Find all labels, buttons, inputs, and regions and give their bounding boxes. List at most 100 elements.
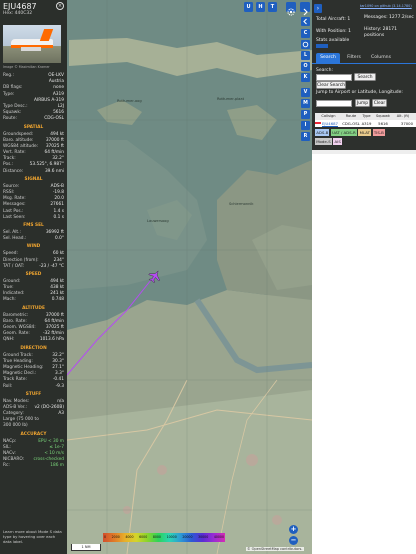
map-label: Lauwersoog <box>147 219 169 223</box>
search-button[interactable]: Search <box>354 73 376 81</box>
jump-button[interactable]: Jump <box>355 99 370 107</box>
map-button-u[interactable]: U <box>244 2 253 12</box>
table-row[interactable]: EJU4687 CDG-OSL A319 5616 37000 <box>315 120 416 127</box>
alt-tick: 0 <box>104 535 107 539</box>
stats-available: Stats available <box>316 38 350 43</box>
col-route[interactable]: Route <box>342 113 360 120</box>
detail-key: Sel. Head.: <box>3 236 27 242</box>
col-squawk[interactable]: Squawk <box>373 113 393 120</box>
detail-value: CDG-OSL <box>44 116 64 122</box>
detail-key: Last Seen: <box>3 214 26 220</box>
section-heading: ACCURACY <box>20 431 47 437</box>
clear-button[interactable]: Clear <box>372 99 387 107</box>
search-input[interactable] <box>316 74 352 81</box>
alt-tick: 40000 <box>213 535 224 539</box>
detail-key: Route: <box>3 116 17 122</box>
detail-key: Roll: <box>3 383 13 389</box>
chevron-right-icon <box>303 8 308 16</box>
map-view[interactable]: Rottumer-oog Rottumer-plaat Schiermonnik… <box>67 0 312 554</box>
legend-tisb: TIS-B <box>372 129 385 136</box>
detail-value: 0.0° <box>55 236 64 242</box>
detail-value: 186 m <box>50 463 64 469</box>
detail-value: -9.3 <box>55 383 64 389</box>
legend-ais: AIS <box>333 138 343 145</box>
photo-credit: Image © Maximilian Kramer <box>3 65 50 69</box>
map-label: Rottumer-plaat <box>217 97 245 101</box>
detail-key: Rc: <box>3 463 10 469</box>
detail-value: 39.6 nmi <box>44 168 64 174</box>
range-ring-icon <box>302 41 309 48</box>
col-alt[interactable]: Alt. (ft) <box>393 113 413 120</box>
gear-icon <box>287 8 295 16</box>
map-button-chevron-left[interactable] <box>301 17 310 26</box>
zoom-out-button[interactable]: − <box>289 536 298 545</box>
legend-adsb: ADS-B <box>315 129 330 136</box>
section-heading: DIRECTION <box>20 345 47 351</box>
map-button-c[interactable]: C <box>301 29 310 38</box>
map-button-k[interactable]: K <box>301 73 310 82</box>
tab-filters[interactable]: Filters <box>342 53 366 63</box>
row-alt: 37000 <box>400 121 413 126</box>
legend-modes: Mode-S <box>315 138 332 145</box>
legend-mlat: MLAT <box>358 129 372 136</box>
total-aircraft: Total Aircraft: 1 <box>316 17 351 22</box>
aircraft-list-panel: › tar1090 on github (3.14.1780) Total Ai… <box>312 0 416 554</box>
legend-uat: UAT / ADS-R <box>330 129 357 136</box>
version-link[interactable]: tar1090 on github (3.14.1780) <box>360 4 412 8</box>
stats-toggle-button[interactable] <box>316 44 328 48</box>
col-type[interactable]: Type <box>360 113 373 120</box>
map-button-o[interactable]: O <box>301 62 310 71</box>
detail-key: Distance: <box>3 168 24 174</box>
detail-value: 0.748 <box>51 297 64 303</box>
aircraft-photo[interactable] <box>3 25 61 63</box>
close-icon[interactable]: × <box>56 2 64 10</box>
jump-input[interactable] <box>316 100 352 107</box>
messages-rate: Messages: 1277.2/sec <box>364 15 414 20</box>
map-button-t[interactable]: T <box>268 2 277 12</box>
detail-value: -23 / -47 °C <box>39 263 64 269</box>
map-button-m[interactable]: M <box>301 99 310 108</box>
zoom-in-button[interactable]: + <box>289 525 298 534</box>
detail-value: A3 <box>58 411 64 417</box>
tab-columns[interactable]: Columns <box>368 53 394 63</box>
jump-label: Jump to Airport or Latitude, Longitude: <box>316 90 403 95</box>
detail-rows: Reg.: OE-LKV Austria DB flags: none Type: A319… <box>3 73 64 470</box>
row-route: CDG-OSL <box>342 121 360 126</box>
map-label: Schiermonnik <box>229 202 254 206</box>
with-position: With Position: 1 <box>316 29 351 34</box>
alt-tick: 8000 <box>152 535 161 539</box>
alt-tick: 10000 <box>166 535 177 539</box>
detail-key: Type: <box>3 91 15 97</box>
map-button-i[interactable]: I <box>301 121 310 130</box>
settings-gear-button[interactable] <box>286 2 296 16</box>
map-button-h[interactable]: H <box>256 2 265 12</box>
map-button-l[interactable]: L <box>301 51 310 60</box>
map-button-v[interactable]: V <box>301 88 310 97</box>
section-heading: SIGNAL <box>24 176 43 182</box>
search-label: Search: <box>316 68 333 73</box>
detail-row: Rc: 186 m <box>3 463 64 469</box>
horizontal-scrollbar[interactable] <box>312 150 416 154</box>
alt-tick: 30000 <box>198 535 209 539</box>
alt-tick: 2000 <box>111 535 120 539</box>
row-callsign[interactable]: EJU4687 <box>322 120 342 127</box>
detail-value: 1013.6 hPa <box>39 337 64 343</box>
alt-tick: 20000 <box>182 535 193 539</box>
source-legend-2: Mode-S AIS <box>315 138 416 146</box>
map-canvas[interactable]: Rottumer-oog Rottumer-plaat Schiermonnik… <box>67 0 312 554</box>
tar1090-window: Rottumer-oog Rottumer-plaat Schiermonnik… <box>0 0 416 554</box>
section-heading: FMS SEL <box>23 222 44 228</box>
collapse-panel-button[interactable]: › <box>314 4 322 13</box>
col-callsign[interactable]: Callsign <box>315 113 342 120</box>
tab-underline <box>312 63 416 64</box>
clear-search-button[interactable]: Clear Search <box>316 81 346 89</box>
alt-tick: 6000 <box>139 535 148 539</box>
map-attribution[interactable]: © OpenStreetMap contributors. <box>246 547 304 551</box>
map-button-ring[interactable] <box>301 40 310 49</box>
detail-footer-note: Learn more about Mode S data type by hov… <box>3 529 62 544</box>
collapse-sidebar-button[interactable] <box>300 2 310 16</box>
map-button-p[interactable]: P <box>301 110 310 119</box>
tab-search[interactable]: Search <box>316 53 340 63</box>
map-button-r[interactable]: R <box>301 132 310 141</box>
aircraft-table-header: Callsign Route Type Squawk Alt. (ft) <box>315 113 416 120</box>
